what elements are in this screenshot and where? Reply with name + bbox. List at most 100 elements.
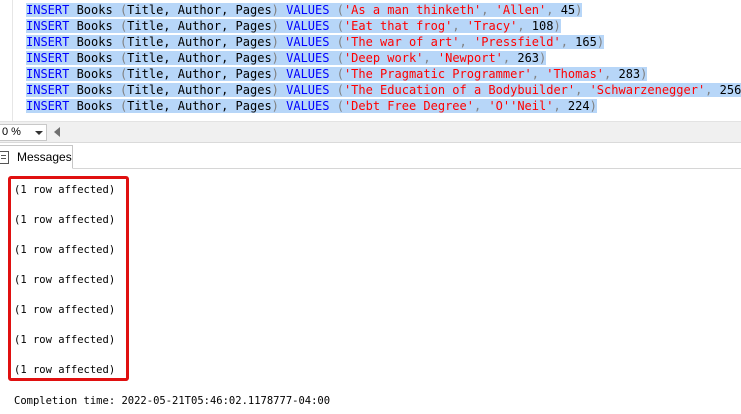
code-token-cols: Title, Author, Pages bbox=[127, 35, 272, 49]
code-token-sep2: , bbox=[705, 83, 720, 97]
completion-time: Completion time: 2022-05-21T05:46:02.117… bbox=[14, 395, 331, 407]
code-token-table: Books bbox=[69, 19, 120, 33]
code-token-table: Books bbox=[69, 3, 120, 17]
selected-text: INSERT Books ( Title, Author, Pages) VALU… bbox=[26, 83, 741, 97]
code-token-values-kw: VALUES bbox=[278, 35, 337, 49]
code-token-vopen: ( bbox=[336, 51, 344, 65]
messages-icon bbox=[0, 151, 9, 164]
sql-code[interactable]: INSERT Books ( Title, Author, Pages) VALU… bbox=[26, 2, 741, 114]
tab-messages-label: Messages bbox=[17, 150, 72, 164]
code-token-vclose: ) bbox=[640, 67, 648, 81]
code-token-author: 'O''Neil' bbox=[488, 99, 554, 113]
code-token-kw: INSERT bbox=[26, 99, 70, 113]
code-token-kw: INSERT bbox=[26, 67, 70, 81]
code-token-author: 'Tracy' bbox=[466, 19, 518, 33]
code-token-pages: 263 bbox=[517, 51, 540, 65]
code-token-table: Books bbox=[69, 51, 120, 65]
code-token-sep1: , bbox=[473, 99, 489, 113]
code-token-sep2: , bbox=[517, 19, 532, 33]
code-token-kw: INSERT bbox=[26, 51, 70, 65]
zoom-dropdown[interactable]: 0 % bbox=[0, 124, 47, 141]
code-token-title: 'The Education of a Bodybuilder' bbox=[343, 83, 576, 97]
selected-text: INSERT Books (Title, Author, Pages) VALU… bbox=[26, 99, 597, 113]
code-token-values-kw: VALUES bbox=[278, 19, 337, 33]
code-token-title: 'Eat that frog' bbox=[343, 19, 453, 33]
tab-messages[interactable]: Messages bbox=[0, 145, 73, 169]
code-token-sep1: , bbox=[481, 3, 496, 17]
message-row: (1 row affected) bbox=[14, 274, 116, 286]
message-row: (1 row affected) bbox=[14, 364, 116, 376]
selected-text: INSERT Books (Title, Author, Pages) VALU… bbox=[26, 3, 583, 17]
code-token-values-kw: VALUES bbox=[278, 3, 337, 17]
code-token-cols: Title, Author, Pages bbox=[127, 51, 272, 65]
query-editor[interactable]: INSERT Books ( Title, Author, Pages) VALU… bbox=[0, 0, 741, 122]
code-token-sep2: , bbox=[546, 3, 561, 17]
code-line[interactable]: INSERT Books (Title, Author, Pages) VALU… bbox=[26, 2, 741, 18]
code-line[interactable]: INSERT Books (Title, Author, Pages) VALU… bbox=[26, 66, 741, 82]
selected-text: INSERT Books ( Title, Author, Pages) VALU… bbox=[26, 51, 547, 65]
code-token-sep1: , bbox=[459, 35, 474, 49]
code-token-pages: 256 bbox=[719, 83, 741, 97]
code-token-cols: Title, Author, Pages bbox=[127, 83, 272, 97]
code-token-close: ) bbox=[271, 51, 279, 65]
code-token-kw: INSERT bbox=[26, 3, 70, 17]
message-row: (1 row affected) bbox=[14, 304, 116, 316]
code-token-close: ) bbox=[271, 67, 279, 81]
code-line[interactable]: INSERT Books (Title, Author, Pages) VALU… bbox=[26, 98, 741, 114]
code-token-author: 'Pressfield' bbox=[473, 35, 561, 49]
code-token-author: 'Schwarzenegger' bbox=[589, 83, 706, 97]
code-token-kw: INSERT bbox=[26, 19, 70, 33]
code-token-vopen: ( bbox=[336, 83, 344, 97]
code-token-cols: Title, Author, Pages bbox=[127, 3, 272, 17]
code-token-author: 'Thomas' bbox=[546, 67, 605, 81]
horizontal-scrollbar[interactable] bbox=[64, 124, 741, 140]
code-token-table: Books bbox=[69, 99, 120, 113]
selected-text: INSERT Books (Title, Author, Pages) VALU… bbox=[26, 35, 605, 49]
code-line[interactable]: INSERT Books ( Title, Author, Pages) VALU… bbox=[26, 82, 741, 98]
code-token-kw: INSERT bbox=[26, 35, 70, 49]
code-token-vclose: ) bbox=[596, 35, 605, 49]
code-token-values-kw: VALUES bbox=[278, 83, 337, 97]
code-token-cols: Title, Author, Pages bbox=[127, 99, 272, 113]
selected-text: INSERT Books (Title, Author, Pages) VALU… bbox=[26, 67, 648, 81]
selected-text: INSERT Books (Title, Author, Pages) VALU… bbox=[26, 19, 561, 33]
message-row: (1 row affected) bbox=[14, 334, 116, 346]
code-token-pages: 108 bbox=[531, 19, 554, 33]
editor-gutter bbox=[0, 0, 13, 121]
message-row: (1 row affected) bbox=[14, 184, 116, 196]
code-token-vclose: ) bbox=[589, 99, 597, 113]
code-token-pages: 165 bbox=[575, 35, 597, 49]
code-token-kw: INSERT bbox=[26, 83, 70, 97]
code-token-vclose: ) bbox=[553, 19, 561, 33]
message-row: (1 row affected) bbox=[14, 214, 116, 226]
code-token-sep2: , bbox=[604, 67, 619, 81]
results-tabstrip: Messages bbox=[0, 143, 741, 169]
scroll-left-arrow-icon[interactable] bbox=[54, 127, 60, 137]
code-token-values-kw: VALUES bbox=[278, 51, 337, 65]
code-token-title: 'The Pragmatic Programmer' bbox=[343, 67, 532, 81]
code-token-close: ) bbox=[271, 99, 279, 113]
messages-pane: (1 row affected) (1 row affected) (1 row… bbox=[0, 169, 741, 414]
code-token-sep1: , bbox=[531, 67, 547, 81]
code-token-sep2: , bbox=[502, 51, 518, 65]
code-token-table: Books bbox=[69, 67, 120, 81]
code-token-author: 'Allen' bbox=[495, 3, 547, 17]
code-token-vclose: ) bbox=[539, 51, 547, 65]
code-line[interactable]: INSERT Books (Title, Author, Pages) VALU… bbox=[26, 18, 741, 34]
zoom-value: 0 % bbox=[2, 126, 21, 138]
code-token-values-kw: VALUES bbox=[278, 99, 337, 113]
zoom-bar: 0 % bbox=[0, 122, 741, 143]
code-token-table: Books bbox=[69, 83, 120, 97]
code-line[interactable]: INSERT Books (Title, Author, Pages) VALU… bbox=[26, 34, 741, 50]
code-token-cols: Title, Author, Pages bbox=[127, 67, 272, 81]
code-token-pages: 283 bbox=[618, 67, 641, 81]
code-token-title: 'The war of art' bbox=[343, 35, 460, 49]
code-token-pages: 224 bbox=[567, 99, 590, 113]
code-token-close: ) bbox=[271, 35, 279, 49]
code-token-vopen: ( bbox=[336, 3, 344, 17]
code-token-sep1: , bbox=[575, 83, 590, 97]
code-token-vopen: ( bbox=[336, 19, 344, 33]
code-line[interactable]: INSERT Books ( Title, Author, Pages) VALU… bbox=[26, 50, 741, 66]
code-token-close: ) bbox=[271, 83, 279, 97]
code-token-pages: 45 bbox=[560, 3, 576, 17]
